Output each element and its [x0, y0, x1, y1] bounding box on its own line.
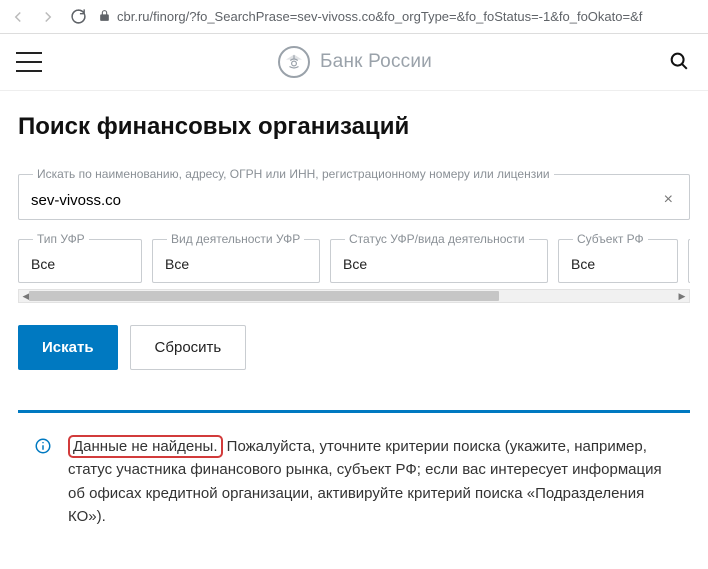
browser-chrome: cbr.ru/finorg/?fo_SearchPrase=sev-vivoss… [0, 0, 708, 34]
brand-logo-icon [278, 46, 310, 78]
filter-status[interactable]: Статус УФР/вида деятельности Все [330, 232, 548, 283]
filters-row: Тип УФР Все Вид деятельности УФР Все Ста… [18, 232, 690, 283]
url-text: cbr.ru/finorg/?fo_SearchPrase=sev-vivoss… [117, 9, 642, 24]
filter-extra[interactable] [688, 232, 690, 283]
filter-activity-value: Все [165, 256, 307, 272]
nav-reload-icon[interactable] [68, 7, 88, 27]
search-button[interactable]: Искать [18, 325, 118, 370]
content: Поиск финансовых организаций Искать по н… [0, 91, 708, 538]
filter-type-label: Тип УФР [33, 232, 89, 246]
result-alert: Данные не найдены. Пожалуйста, уточните … [18, 410, 690, 538]
search-field-label: Искать по наименованию, адресу, ОГРН или… [33, 167, 554, 181]
scroll-right-icon[interactable]: ▶ [675, 290, 689, 302]
info-icon [34, 437, 52, 455]
nav-back-icon[interactable] [8, 7, 28, 27]
scroll-thumb[interactable] [29, 291, 499, 301]
menu-hamburger-icon[interactable] [16, 52, 42, 72]
page-title: Поиск финансовых организаций [18, 113, 690, 141]
url-bar[interactable]: cbr.ru/finorg/?fo_SearchPrase=sev-vivoss… [98, 9, 700, 25]
filter-type-value: Все [31, 256, 129, 272]
lock-icon [98, 9, 111, 25]
filter-status-value: Все [343, 256, 535, 272]
filter-status-label: Статус УФР/вида деятельности [345, 232, 529, 246]
filter-activity-label: Вид деятельности УФР [167, 232, 304, 246]
search-input[interactable] [31, 192, 660, 209]
brand-name: Банк России [320, 51, 432, 73]
horizontal-scrollbar[interactable]: ◀ ▶ [18, 289, 690, 303]
alert-highlight: Данные не найдены. [68, 435, 223, 458]
nav-forward-icon[interactable] [38, 7, 58, 27]
filter-subject-label: Субъект РФ [573, 232, 648, 246]
buttons-row: Искать Сбросить [18, 325, 690, 370]
alert-text-wrapper: Данные не найдены. Пожалуйста, уточните … [68, 435, 662, 525]
site-search-icon[interactable] [668, 50, 692, 74]
reset-button[interactable]: Сбросить [130, 325, 247, 370]
filter-type[interactable]: Тип УФР Все [18, 232, 142, 283]
filter-activity[interactable]: Вид деятельности УФР Все [152, 232, 320, 283]
filter-subject[interactable]: Субъект РФ Все [558, 232, 678, 283]
clear-search-icon[interactable]: × [660, 191, 677, 209]
site-header: Банк России [0, 34, 708, 91]
search-field[interactable]: Искать по наименованию, адресу, ОГРН или… [18, 167, 690, 220]
brand[interactable]: Банк России [278, 46, 432, 78]
filter-subject-value: Все [571, 256, 665, 272]
